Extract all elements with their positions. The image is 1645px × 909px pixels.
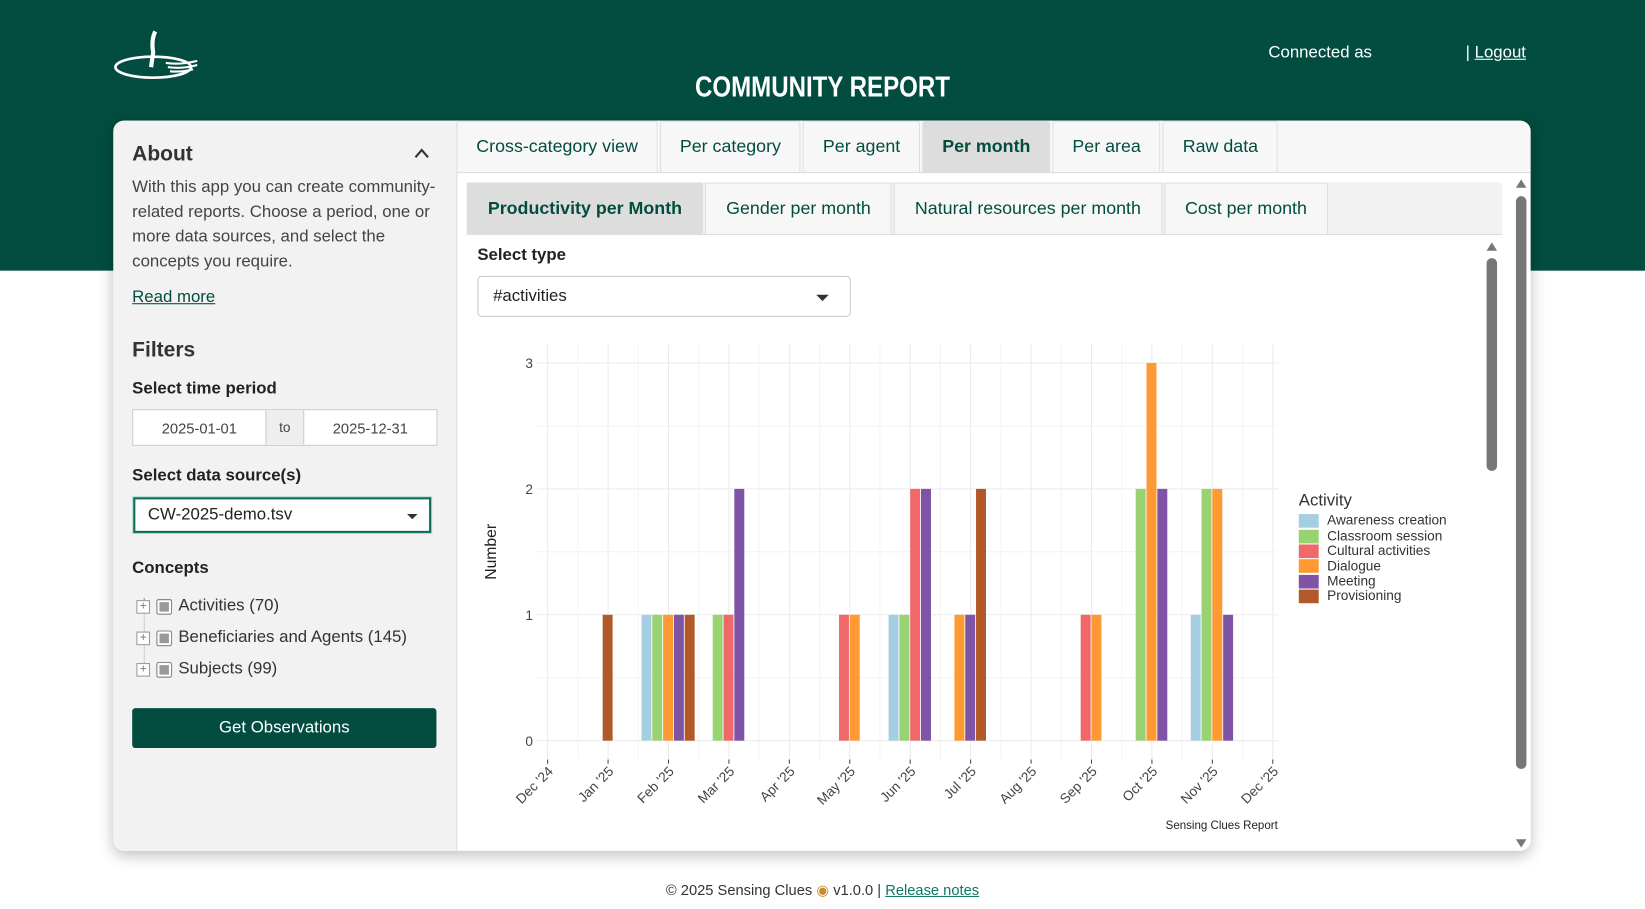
bar <box>921 488 931 741</box>
x-tick-label: Jan '25 <box>575 764 616 805</box>
legend-item: Dialogue <box>1298 557 1447 574</box>
version: v1.0.0 | <box>833 881 882 899</box>
legend-item: Classroom session <box>1298 527 1447 544</box>
bar-chart: 0 1 2 3 Dec '24 Jan '25 Feb '25 Mar '25 Apr '25 M… <box>483 344 1281 832</box>
legend-swatch <box>1298 559 1319 574</box>
bar <box>1201 488 1212 741</box>
x-tick-label: Apr '25 <box>757 764 798 805</box>
bar <box>1080 614 1091 741</box>
x-tick-label: Jun '25 <box>877 764 918 805</box>
y-tick-label: 1 <box>525 608 533 623</box>
bar <box>734 488 745 741</box>
legend-label: Meeting <box>1327 572 1376 589</box>
bar <box>954 614 965 741</box>
legend-title: Activity <box>1298 492 1352 510</box>
y-tick-label: 3 <box>525 356 533 371</box>
legend-item: Awareness creation <box>1298 512 1447 529</box>
legend-item: Cultural activities <box>1298 542 1447 559</box>
bar <box>1190 614 1201 741</box>
x-tick-label: Oct '25 <box>1119 764 1160 805</box>
bar <box>652 614 663 741</box>
legend-swatch <box>1298 574 1319 589</box>
bar <box>673 614 684 741</box>
legend-label: Cultural activities <box>1327 542 1431 559</box>
bar <box>663 614 674 741</box>
legend-swatch <box>1298 589 1319 604</box>
x-tick-label: May '25 <box>814 764 858 808</box>
bar <box>899 614 910 741</box>
bar <box>1157 488 1168 741</box>
x-tick-label: Dec '24 <box>513 763 556 806</box>
bar <box>712 614 723 741</box>
badge-icon: ◉ <box>816 881 830 899</box>
legend-swatch <box>1298 529 1319 543</box>
chart-caption: Sensing Clues Report <box>1166 820 1279 832</box>
bar <box>602 614 613 741</box>
x-tick-label: Dec '25 <box>1238 764 1281 807</box>
bar <box>965 614 976 741</box>
bar <box>888 614 899 741</box>
legend-label: Classroom session <box>1327 527 1443 544</box>
legend-item: Meeting <box>1298 572 1447 589</box>
bar <box>1223 614 1234 741</box>
x-tick-label: Aug '25 <box>996 764 1039 807</box>
bar <box>684 614 695 741</box>
legend-label: Dialogue <box>1327 557 1381 574</box>
bar <box>838 614 849 741</box>
copyright: © 2025 Sensing Clues <box>665 881 813 899</box>
chart-legend: Activity Awareness creation Classroom ses… <box>1298 492 1447 604</box>
bar <box>723 614 734 741</box>
bar <box>976 488 986 741</box>
x-tick-label: Mar '25 <box>695 764 737 806</box>
legend-label: Awareness creation <box>1327 512 1447 529</box>
x-tick-label: Jul '25 <box>941 764 979 802</box>
x-tick-label: Sep '25 <box>1057 764 1100 807</box>
bar <box>1091 614 1102 741</box>
y-tick-label: 2 <box>525 482 533 497</box>
bar <box>910 488 921 741</box>
legend-label: Provisioning <box>1327 587 1402 604</box>
legend-item: Provisioning <box>1298 587 1447 604</box>
legend-swatch <box>1298 514 1319 528</box>
bar <box>1146 362 1157 741</box>
y-axis-label: Number <box>483 524 500 580</box>
legend-swatch <box>1298 544 1319 559</box>
bar <box>641 614 652 741</box>
bar <box>1135 488 1146 741</box>
x-tick-label: Feb '25 <box>634 764 676 806</box>
bar <box>849 614 860 741</box>
y-tick-label: 0 <box>525 734 533 749</box>
footer: © 2025 Sensing Clues ◉ v1.0.0 | Release … <box>0 881 1645 899</box>
bar <box>1212 488 1223 741</box>
release-notes-link[interactable]: Release notes <box>885 881 979 898</box>
x-tick-label: Nov '25 <box>1178 764 1221 807</box>
